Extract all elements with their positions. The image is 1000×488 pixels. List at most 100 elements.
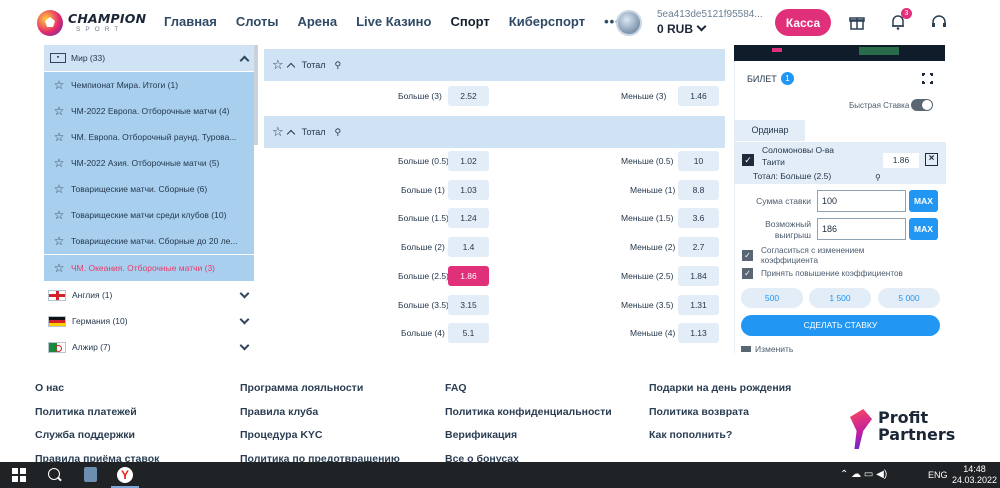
nav-slots[interactable]: Слоты <box>236 14 279 29</box>
nav-sport[interactable]: Спорт <box>450 14 489 29</box>
taskbar-clock[interactable]: 14:48 24.03.2022 <box>952 464 997 486</box>
accept-increase-checkbox[interactable]: ✓ <box>742 268 753 279</box>
footer-link[interactable]: Служба поддержки <box>35 424 159 448</box>
stake-max-button[interactable]: MAX <box>909 190 938 212</box>
profit-partners-logo[interactable]: Profit Partners <box>850 409 960 449</box>
star-icon[interactable]: ☆ <box>52 130 66 144</box>
footer-link[interactable]: Процедура KYC <box>240 424 400 448</box>
sidebar-league-item[interactable]: ☆ Чемпионат Мира. Итоги (1) <box>44 72 254 98</box>
odd-button[interactable]: 1.84 <box>678 266 719 286</box>
champion-logo[interactable]: CHAMPION SPORT <box>37 8 149 38</box>
footer-link[interactable]: Политика конфиденциальности <box>445 401 612 425</box>
odd-button[interactable]: 1.24 <box>448 208 489 228</box>
chevron-up-icon <box>239 55 250 65</box>
footer-link[interactable]: Как пополнить? <box>649 424 791 448</box>
win-label-1: Возможный <box>765 219 811 229</box>
sidebar-league-item[interactable]: ☆ Товарищеские матчи среди клубов (10) <box>44 202 254 228</box>
odd-button[interactable]: 3.15 <box>448 295 489 315</box>
star-icon[interactable]: ☆ <box>52 156 66 170</box>
star-icon[interactable]: ☆ <box>52 78 66 92</box>
odd-button[interactable]: 2.52 <box>448 86 489 106</box>
agree-change-checkbox[interactable]: ✓ <box>742 250 753 261</box>
user-avatar[interactable] <box>616 10 642 36</box>
close-icon[interactable]: × <box>925 153 938 166</box>
system-tray-icons[interactable]: ⌃ ☁ ▭ ◀) <box>840 469 887 480</box>
make-bet-button[interactable]: СДЕЛАТЬ СТАВКУ <box>741 315 940 336</box>
odd-button[interactable]: 1.46 <box>678 86 719 106</box>
odd-button[interactable]: 1.4 <box>448 237 489 257</box>
kassa-button[interactable]: Касса <box>775 9 831 36</box>
win-max-button[interactable]: MAX <box>909 218 938 240</box>
gift-icon[interactable] <box>848 13 866 31</box>
expand-icon[interactable] <box>921 72 934 85</box>
market-header[interactable]: ☆ Тотал ⚲ <box>264 49 725 81</box>
odd-button[interactable]: 10 <box>678 151 719 171</box>
odd-button[interactable]: 1.03 <box>448 180 489 200</box>
nav-live-casino[interactable]: Live Казино <box>356 14 431 29</box>
quick-amount-button[interactable]: 500 <box>741 288 803 308</box>
clock-date: 24.03.2022 <box>952 475 998 485</box>
footer-link[interactable]: О нас <box>35 377 159 401</box>
odd-button[interactable]: 3.6 <box>678 208 719 228</box>
footer-link[interactable]: Программа лояльности <box>240 377 400 401</box>
sidebar-league-item[interactable]: ☆ Товарищеские матчи. Сборные до 20 ле... <box>44 228 254 254</box>
stake-input[interactable]: 100 <box>817 190 906 212</box>
win-input[interactable]: 186 <box>817 218 906 240</box>
star-icon[interactable]: ☆ <box>272 124 284 140</box>
tab-single[interactable]: Ординар <box>735 120 805 141</box>
sidebar-league-item[interactable]: ☆ ЧМ-2022 Азия. Отборочные матчи (5) <box>44 150 254 176</box>
language-indicator[interactable]: ENG <box>928 470 948 480</box>
sidebar-country-algeria[interactable]: Алжир (7) <box>44 334 254 353</box>
bet-team-home: Соломоновы О-ва <box>762 145 835 155</box>
sidebar-scrollbar[interactable] <box>254 45 258 145</box>
balance-dropdown[interactable]: 0 RUB <box>657 21 707 36</box>
star-icon[interactable]: ☆ <box>52 182 66 196</box>
star-icon[interactable]: ☆ <box>272 57 284 73</box>
odd-button[interactable]: 1.13 <box>678 323 719 343</box>
country-label: Англия (1) <box>72 290 113 300</box>
edit-icon <box>741 346 751 352</box>
bet-checkbox[interactable]: ✓ <box>742 154 754 166</box>
footer-link[interactable]: FAQ <box>445 377 612 401</box>
sidebar-league-item[interactable]: ☆ Товарищеские матчи. Сборные (6) <box>44 176 254 202</box>
star-icon[interactable]: ☆ <box>52 261 66 275</box>
world-map-icon: ▪ <box>50 53 66 63</box>
star-icon[interactable]: ☆ <box>52 104 66 118</box>
bet-card: ✓ Соломоновы О-ва Таити 1.86 × Тотал: Бо… <box>735 142 946 184</box>
nav-home[interactable]: Главная <box>164 14 217 29</box>
footer-link[interactable]: Политика платежей <box>35 401 159 425</box>
footer-link[interactable]: Политика возврата <box>649 401 791 425</box>
sidebar-country-england[interactable]: Англия (1) <box>44 282 254 308</box>
footer-link[interactable]: Правила клуба <box>240 401 400 425</box>
star-icon[interactable]: ☆ <box>52 234 66 248</box>
footer-link[interactable]: Верификация <box>445 424 612 448</box>
odd-button[interactable]: 1.02 <box>448 151 489 171</box>
star-icon[interactable]: ☆ <box>52 208 66 222</box>
odd-button[interactable]: 8.8 <box>678 180 719 200</box>
over-label: Больше (0.5) <box>398 156 449 166</box>
windows-start-icon[interactable] <box>12 468 26 482</box>
calculator-app-icon[interactable] <box>84 467 97 482</box>
sidebar-country-germany[interactable]: Германия (10) <box>44 308 254 334</box>
yandex-browser-icon[interactable]: Y <box>117 467 133 483</box>
sidebar-region-world[interactable]: ▪ Мир (33) <box>44 45 254 71</box>
odd-button[interactable]: 1.31 <box>678 295 719 315</box>
odd-button[interactable]: 5.1 <box>448 323 489 343</box>
quick-amount-button[interactable]: 5 000 <box>878 288 940 308</box>
quick-bet-toggle[interactable] <box>911 99 933 111</box>
support-headset-icon[interactable] <box>930 13 948 31</box>
search-icon[interactable] <box>48 468 60 480</box>
stats-icon: ⚲ <box>875 173 881 182</box>
nav-esports[interactable]: Киберспорт <box>509 14 585 29</box>
win-label-2: выигрыш <box>774 230 811 240</box>
odd-button-selected[interactable]: 1.86 <box>448 266 489 286</box>
nav-arena[interactable]: Арена <box>297 14 337 29</box>
sidebar-league-item[interactable]: ☆ ЧМ. Европа. Отборочный раунд. Турова... <box>44 124 254 150</box>
market-header[interactable]: ☆ Тотал ⚲ <box>264 116 725 148</box>
promo-banner[interactable] <box>734 45 945 61</box>
odd-button[interactable]: 2.7 <box>678 237 719 257</box>
footer-link[interactable]: Подарки на день рождения <box>649 377 791 401</box>
sidebar-league-item[interactable]: ☆ ЧМ-2022 Европа. Отборочные матчи (4) <box>44 98 254 124</box>
sidebar-league-item-active[interactable]: ☆ ЧМ. Океания. Отборочные матчи (3) <box>44 255 254 281</box>
quick-amount-button[interactable]: 1 500 <box>809 288 871 308</box>
